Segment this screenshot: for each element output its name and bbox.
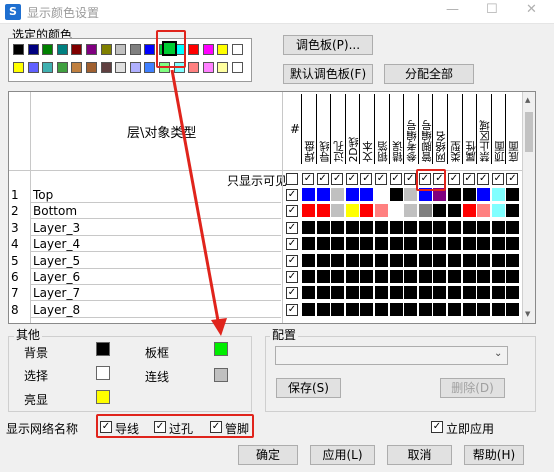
annotation-arrow [170, 69, 227, 336]
selected-color-swatch[interactable] [162, 41, 177, 56]
